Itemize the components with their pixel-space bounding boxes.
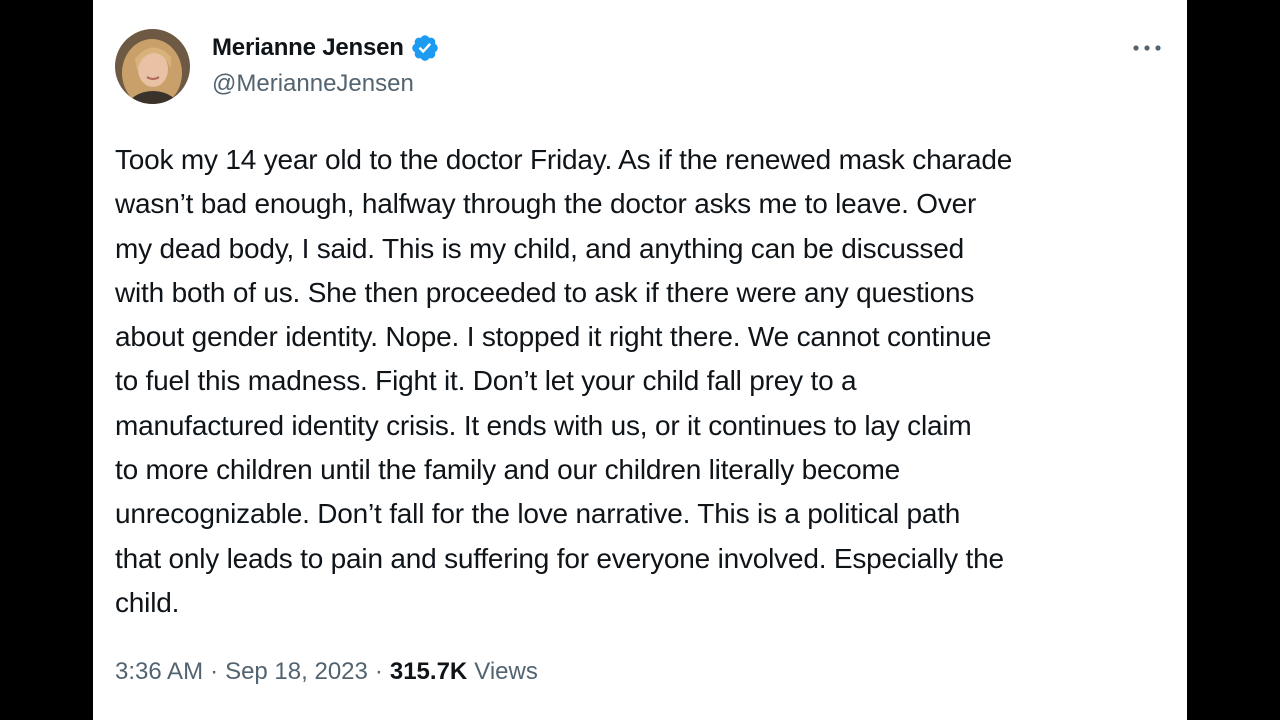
more-options-icon [1133, 45, 1161, 51]
tweet-time[interactable]: 3:36 AM [115, 658, 203, 686]
views-count[interactable]: 315.7K [390, 658, 467, 686]
meta-separator: · [210, 658, 219, 685]
verified-badge-icon[interactable] [410, 33, 440, 63]
tweet-date[interactable]: Sep 18, 2023 [225, 658, 368, 686]
tweet-meta: 3:36 AM · Sep 18, 2023 · 315.7K Views [115, 655, 538, 689]
tweet-card: Merianne Jensen @MerianneJensen Took my … [93, 0, 1187, 720]
tweet-text: Took my 14 year old to the doctor Friday… [115, 144, 1013, 618]
video-frame: Merianne Jensen @MerianneJensen Took my … [0, 0, 1280, 720]
author-name-row: Merianne Jensen [212, 30, 440, 66]
meta-separator: · [374, 658, 383, 685]
more-options-button[interactable] [1129, 34, 1165, 62]
views-label[interactable]: Views [474, 658, 538, 686]
avatar[interactable] [115, 29, 190, 104]
author-handle[interactable]: @MerianneJensen [212, 70, 414, 98]
author-display-name[interactable]: Merianne Jensen [212, 34, 404, 62]
avatar-image [115, 29, 190, 104]
